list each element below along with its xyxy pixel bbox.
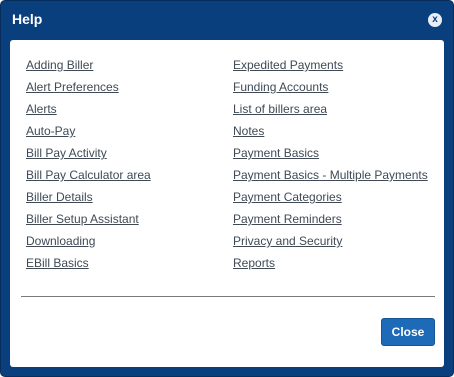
help-link-biller-details[interactable]: Biller Details — [26, 189, 151, 211]
help-topics-right-column: Expedited Payments Funding Accounts List… — [233, 57, 428, 277]
help-dialog: Help x Adding Biller Alert Preferences A… — [0, 0, 454, 377]
close-button[interactable]: Close — [381, 318, 435, 346]
help-link-downloading[interactable]: Downloading — [26, 233, 151, 255]
help-link-privacy-security[interactable]: Privacy and Security — [233, 233, 428, 255]
help-link-payment-basics-multiple[interactable]: Payment Basics - Multiple Payments — [233, 167, 428, 189]
help-link-payment-categories[interactable]: Payment Categories — [233, 189, 428, 211]
help-link-reports[interactable]: Reports — [233, 255, 428, 277]
help-link-alert-preferences[interactable]: Alert Preferences — [26, 79, 151, 101]
help-link-biller-setup-assistant[interactable]: Biller Setup Assistant — [26, 211, 151, 233]
help-link-alerts[interactable]: Alerts — [26, 101, 151, 123]
help-link-funding-accounts[interactable]: Funding Accounts — [233, 79, 428, 101]
help-link-bill-pay-activity[interactable]: Bill Pay Activity — [26, 145, 151, 167]
help-link-expedited-payments[interactable]: Expedited Payments — [233, 57, 428, 79]
close-icon[interactable]: x — [428, 13, 442, 27]
help-link-notes[interactable]: Notes — [233, 123, 428, 145]
dialog-titlebar: Help x — [1, 1, 453, 39]
help-topics-left-column: Adding Biller Alert Preferences Alerts A… — [26, 57, 151, 277]
help-link-bill-pay-calculator[interactable]: Bill Pay Calculator area — [26, 167, 151, 189]
help-link-payment-reminders[interactable]: Payment Reminders — [233, 211, 428, 233]
help-link-payment-basics[interactable]: Payment Basics — [233, 145, 428, 167]
dialog-content: Adding Biller Alert Preferences Alerts A… — [10, 40, 444, 367]
help-link-ebill-basics[interactable]: EBill Basics — [26, 255, 151, 277]
divider — [21, 296, 435, 297]
help-link-auto-pay[interactable]: Auto-Pay — [26, 123, 151, 145]
help-link-adding-biller[interactable]: Adding Biller — [26, 57, 151, 79]
help-link-list-of-billers[interactable]: List of billers area — [233, 101, 428, 123]
dialog-title: Help — [12, 11, 43, 27]
